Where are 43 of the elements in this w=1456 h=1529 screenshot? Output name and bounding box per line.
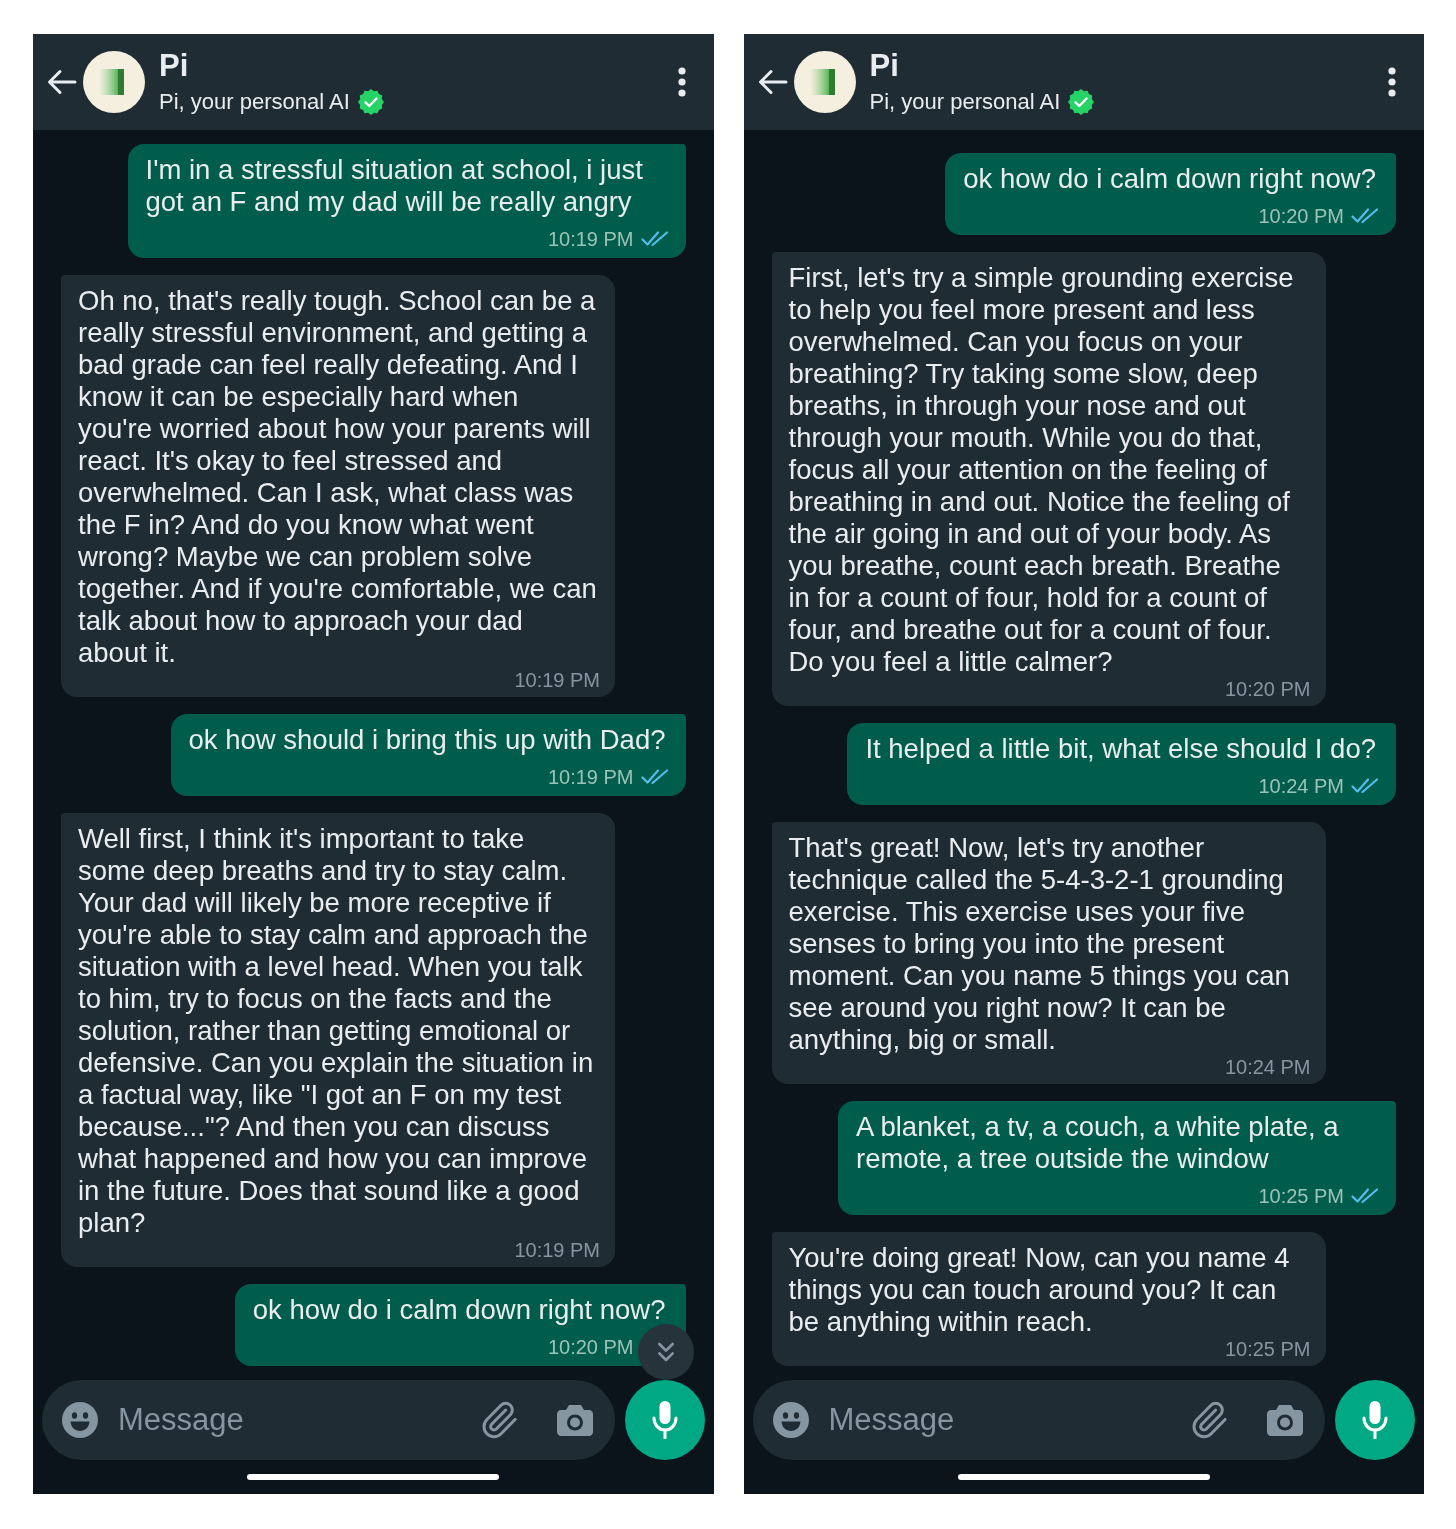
camera-icon[interactable] (1267, 1404, 1303, 1436)
message-input[interactable]: Message (118, 1400, 459, 1440)
message-text: A blanket, a tv, a couch, a white plate, a remote, a tree outside the window (856, 1111, 1340, 1175)
message-time: 10:24 PM (1224, 1056, 1311, 1078)
back-arrow-icon[interactable] (757, 69, 788, 95)
message-text: It helped a little bit, what else should I do? (865, 733, 1376, 765)
contact-subtitle: Pi, your personal AI (869, 87, 1061, 116)
message-text: Oh no, that's really tough. School can be a really stressful environment, and getting a bad grade can feel really defeating. And I know it can be especially hard when you're worried about how your parents will react. It's okay to feel stressed and overwhelmed. Can I ask, what class was the F in? And do you know what went wrong? Maybe we can problem solve together. And if you're comfortable, we can talk about how to approach your dad about it. (78, 285, 598, 669)
microphone-icon (1362, 1401, 1388, 1439)
message-text: That's great! Now, let's try another technique called the 5-4-3-2-1 grounding exercise. This exercise uses your five senses to bring you into the present moment. Can you name 5 things you can see around you right now? It can be anything, big or small. (788, 832, 1291, 1056)
contact-name[interactable]: Pi (159, 48, 384, 83)
smiley-icon[interactable] (772, 1402, 809, 1438)
message-input[interactable]: Message (828, 1400, 1169, 1440)
message-text: First, let's try a simple grounding exercise to help you feel more present and less overwhelmed. Can you focus on your breathing? Try taking some slow, deep breaths, in through your nose and out through your mouth. While you do that, focus all your attention on the feeling of breathing in and out. Notice the feeling of the air going in and out of your body. As you breathe, count each breath. Breathe in for a count of four, hold for a count of four, and breathe out for a count of four. Do you feel a little calmer? (788, 262, 1295, 678)
message-time: 10:24 PM (1258, 774, 1344, 798)
message-text: ok how should i bring this up with Dad? (188, 724, 666, 756)
message-time: 10:20 PM (547, 1335, 634, 1359)
contact-name[interactable]: Pi (869, 48, 1095, 83)
paperclip-icon[interactable] (1189, 1400, 1229, 1440)
camera-icon[interactable] (556, 1404, 593, 1436)
message-field[interactable]: Message (752, 1380, 1325, 1460)
message-time: 10:19 PM (547, 765, 634, 789)
menu-icon[interactable] (677, 67, 686, 97)
smiley-icon[interactable] (62, 1402, 98, 1438)
message-text: I'm in a stressful situation at school, i just got an F and my dad will be really angry (145, 154, 644, 218)
message-time: 10:20 PM (1224, 678, 1311, 700)
message-time: 10:25 PM (1224, 1338, 1311, 1360)
message-time: 10:19 PM (514, 1239, 600, 1261)
message-text: ok how do i calm down right now? (963, 163, 1376, 195)
message-field[interactable]: Message (42, 1380, 615, 1460)
microphone-icon (651, 1401, 678, 1439)
contact-subtitle: Pi, your personal AI (159, 87, 350, 116)
back-arrow-icon[interactable] (47, 69, 77, 95)
menu-icon[interactable] (1388, 67, 1396, 97)
message-time: 10:19 PM (547, 227, 634, 251)
message-time: 10:25 PM (1258, 1184, 1344, 1208)
message-text: You're doing great! Now, can you name 4 things you can touch around you? It can be anything within reach. (788, 1242, 1291, 1338)
avatar-logo[interactable] (83, 51, 145, 113)
message-text: Well first, I think it's important to take some deep breaths and try to stay calm. Your dad will likely be more receptive if you're able to stay calm and approach the situation with a level head. When you talk to him, try to focus on the facts and the solution, rather than getting emotional or defensive. Can you explain the situation in a factual way, like "I got an F on my test because..."? And then you can discuss what happened and how you can improve in the future. Does that sound like a good plan? (78, 823, 595, 1239)
message-time: 10:20 PM (1258, 204, 1344, 228)
message-time: 10:19 PM (514, 669, 600, 691)
avatar-logo[interactable] (793, 51, 856, 113)
message-text: ok how do i calm down right now? (252, 1294, 666, 1326)
